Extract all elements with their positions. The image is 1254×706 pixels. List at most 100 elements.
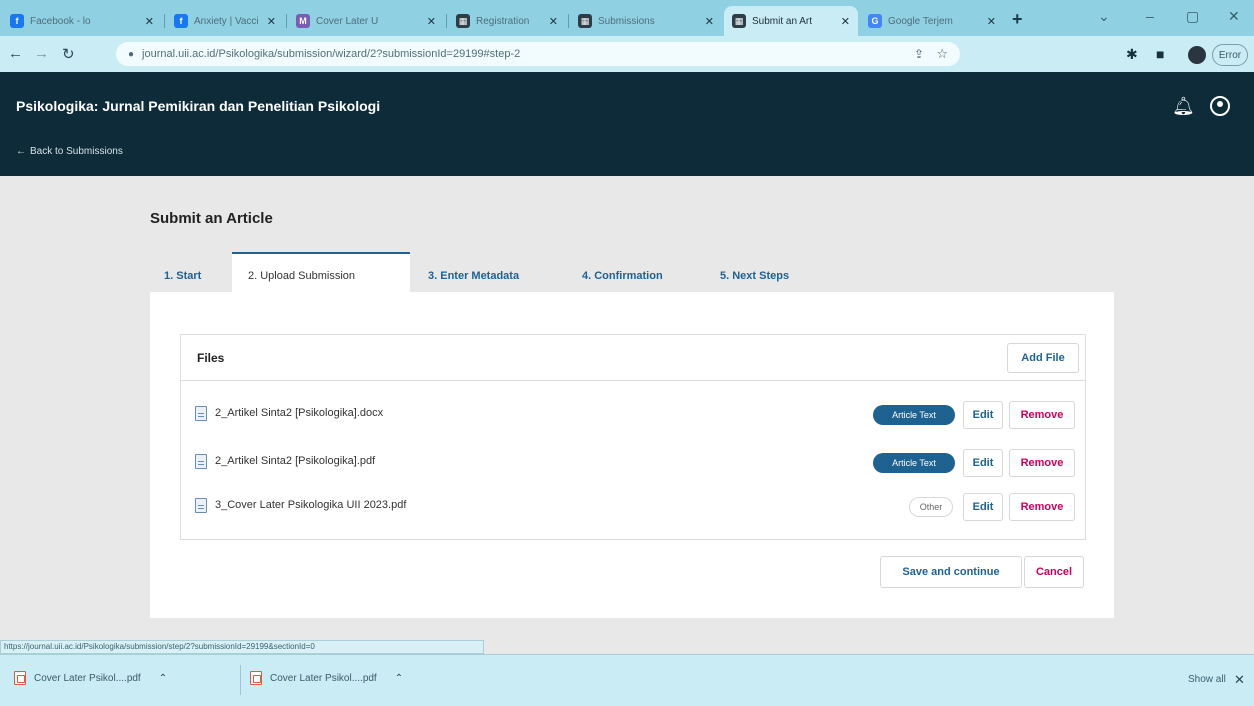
close-window-icon[interactable]: ✕: [1228, 8, 1240, 25]
files-grid: Files Add File 2_Artikel Sinta2 [Psikolo…: [180, 334, 1086, 540]
document-icon: [195, 406, 207, 421]
sidepanel-icon[interactable]: ■: [1156, 46, 1164, 62]
download-item[interactable]: Cover Later Psikol....pdf ⌃: [250, 671, 403, 685]
file-type-badge: Article Text: [873, 405, 955, 425]
close-tab-icon[interactable]: ✕: [549, 15, 558, 28]
browser-tab-strip: f Facebook - lo ✕ f Anxiety | Vacci ✕ M …: [0, 0, 1254, 36]
file-name[interactable]: 2_Artikel Sinta2 [Psikologika].pdf: [215, 455, 375, 467]
error-button[interactable]: Error: [1212, 44, 1248, 66]
step-tab-upload-submission[interactable]: 2. Upload Submission: [248, 270, 355, 282]
close-tab-icon[interactable]: ✕: [427, 15, 436, 28]
tab-label: Registration: [476, 15, 530, 27]
address-bar[interactable]: ● journal.uii.ac.id/Psikologika/submissi…: [116, 42, 960, 66]
back-to-submissions-link[interactable]: ← Back to Submissions: [16, 146, 123, 157]
file-name[interactable]: 3_Cover Later Psikologika UII 2023.pdf: [215, 499, 406, 511]
close-tab-icon[interactable]: ✕: [841, 15, 850, 28]
status-url: https://journal.uii.ac.id/Psikologika/su…: [0, 640, 484, 654]
share-icon[interactable]: ⇪: [914, 47, 924, 61]
step-tab-start[interactable]: 1. Start: [164, 270, 201, 282]
remove-file-button[interactable]: Remove: [1009, 449, 1075, 477]
bell-icon[interactable]: 🔔︎: [1172, 96, 1195, 117]
reload-icon[interactable]: ↻: [62, 45, 75, 63]
tab-separator: [164, 14, 165, 28]
step-tab-confirmation[interactable]: 4. Confirmation: [582, 270, 663, 282]
chevron-up-icon[interactable]: ⌃: [159, 673, 167, 684]
browser-tab[interactable]: M Cover Later U ✕: [288, 6, 444, 36]
tab-label: Submissions: [598, 15, 655, 27]
edit-file-button[interactable]: Edit: [963, 449, 1003, 477]
ojs-icon: ▦: [732, 14, 746, 28]
save-and-continue-button[interactable]: Save and continue: [880, 556, 1022, 588]
browser-toolbar: ← → ↻ ● journal.uii.ac.id/Psikologika/su…: [0, 36, 1254, 72]
document-icon: [195, 454, 207, 469]
remove-file-button[interactable]: Remove: [1009, 401, 1075, 429]
files-title: Files: [197, 351, 225, 365]
back-arrow-icon[interactable]: ←: [8, 45, 23, 62]
edit-file-button[interactable]: Edit: [963, 493, 1003, 521]
browser-tab[interactable]: G Google Terjem ✕: [860, 6, 1004, 36]
tab-separator: [446, 14, 447, 28]
browser-tab[interactable]: ▦ Registration ✕: [448, 6, 566, 36]
browser-tab-active[interactable]: ▦ Submit an Art ✕: [724, 6, 858, 36]
remove-file-button[interactable]: Remove: [1009, 493, 1075, 521]
file-type-badge: Article Text: [873, 453, 955, 473]
download-separator: [240, 665, 241, 695]
file-row: 3_Cover Later Psikologika UII 2023.pdf O…: [181, 485, 1085, 529]
file-name[interactable]: 2_Artikel Sinta2 [Psikologika].docx: [215, 407, 383, 419]
file-row: 2_Artikel Sinta2 [Psikologika].pdf Artic…: [181, 441, 1085, 485]
file-type-badge: Other: [909, 497, 953, 517]
file-row: 2_Artikel Sinta2 [Psikologika].docx Arti…: [181, 393, 1085, 437]
url-text: journal.uii.ac.id/Psikologika/submission…: [142, 48, 521, 60]
edit-file-button[interactable]: Edit: [963, 401, 1003, 429]
maximize-icon[interactable]: ▢: [1186, 8, 1199, 25]
new-tab-button[interactable]: +: [1012, 9, 1023, 30]
extension-icon[interactable]: ✱: [1126, 46, 1138, 63]
step-tab-enter-metadata[interactable]: 3. Enter Metadata: [428, 270, 519, 282]
close-downloads-icon[interactable]: ✕: [1234, 672, 1245, 688]
facebook-icon: f: [10, 14, 24, 28]
tab-label: Anxiety | Vacci: [194, 15, 259, 27]
tab-separator: [568, 14, 569, 28]
chevron-down-icon[interactable]: ⌄: [1098, 8, 1110, 25]
tab-label: Facebook - lo: [30, 15, 91, 27]
files-grid-header: Files Add File: [181, 335, 1085, 381]
show-all-downloads-link[interactable]: Show all: [1188, 674, 1226, 685]
tab-label: Submit an Art: [752, 15, 813, 27]
downloads-bar: Cover Later Psikol....pdf ⌃ Cover Later …: [0, 654, 1254, 706]
pdf-icon: [14, 671, 26, 685]
left-arrow-icon: ←: [16, 146, 26, 157]
back-link-label: Back to Submissions: [30, 146, 123, 157]
close-tab-icon[interactable]: ✕: [267, 15, 276, 28]
site-icon: M: [296, 14, 310, 28]
pdf-icon: [250, 671, 262, 685]
minimize-icon[interactable]: –: [1146, 8, 1154, 24]
step-tab-next-steps[interactable]: 5. Next Steps: [720, 270, 789, 282]
tab-separator: [286, 14, 287, 28]
user-account-icon[interactable]: [1210, 96, 1230, 116]
google-translate-icon: G: [868, 14, 882, 28]
lock-icon: ●: [128, 48, 135, 60]
browser-tab[interactable]: f Anxiety | Vacci ✕: [166, 6, 284, 36]
add-file-button[interactable]: Add File: [1007, 343, 1079, 373]
download-label: Cover Later Psikol....pdf: [270, 672, 377, 684]
close-tab-icon[interactable]: ✕: [145, 15, 154, 28]
error-label: Error: [1218, 49, 1242, 61]
bookmark-star-icon[interactable]: ☆: [936, 46, 948, 62]
page-title: Submit an Article: [150, 210, 273, 227]
close-tab-icon[interactable]: ✕: [705, 15, 714, 28]
forward-arrow-icon[interactable]: →: [34, 45, 49, 62]
download-item[interactable]: Cover Later Psikol....pdf ⌃: [14, 671, 167, 685]
profile-avatar-icon[interactable]: [1188, 46, 1206, 64]
site-header: Psikologika: Jurnal Pemikiran dan Peneli…: [0, 72, 1254, 176]
chevron-up-icon[interactable]: ⌃: [395, 673, 403, 684]
cancel-button[interactable]: Cancel: [1024, 556, 1084, 588]
site-title[interactable]: Psikologika: Jurnal Pemikiran dan Peneli…: [16, 98, 380, 114]
browser-tab[interactable]: f Facebook - lo ✕: [2, 6, 162, 36]
browser-tab[interactable]: ▦ Submissions ✕: [570, 6, 722, 36]
ojs-icon: ▦: [578, 14, 592, 28]
document-icon: [195, 498, 207, 513]
tab-label: Google Terjem: [888, 15, 953, 27]
facebook-icon: f: [174, 14, 188, 28]
close-tab-icon[interactable]: ✕: [987, 15, 996, 28]
download-label: Cover Later Psikol....pdf: [34, 672, 141, 684]
